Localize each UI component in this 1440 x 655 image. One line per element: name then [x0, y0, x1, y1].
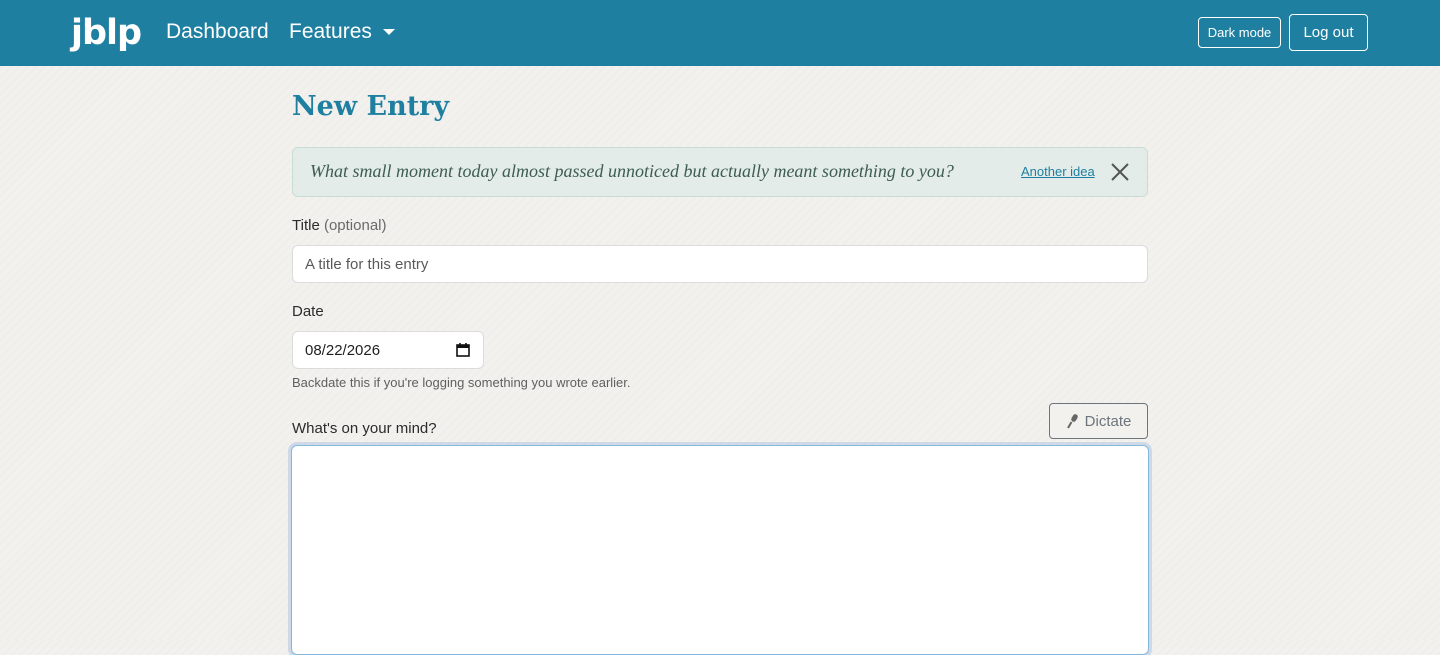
microphone-icon: [1066, 413, 1080, 429]
body-label: What's on your mind?: [292, 420, 437, 437]
title-optional-text: (optional): [323, 217, 387, 234]
title-input[interactable]: [292, 245, 1148, 283]
calendar-icon[interactable]: [455, 342, 471, 358]
dictate-label: Dictate: [1084, 412, 1132, 430]
date-input[interactable]: 08/22/2026: [292, 331, 484, 369]
nav-dropdown-features[interactable]: Features: [289, 18, 395, 46]
logout-button[interactable]: Log out: [1289, 14, 1368, 51]
entry-body-textarea[interactable]: [291, 445, 1149, 655]
nav-features-label: Features: [289, 20, 372, 43]
close-icon[interactable]: [1109, 161, 1131, 183]
dictate-button[interactable]: Dictate: [1049, 403, 1148, 439]
brand-text[interactable]: jblp: [71, 15, 142, 51]
page-title: New Entry: [292, 91, 450, 122]
dark-mode-button[interactable]: Dark mode: [1198, 17, 1281, 48]
title-label: Title (optional): [292, 216, 387, 236]
title-label-text: Title: [292, 217, 320, 234]
top-navbar: jblp Dashboard Features Dark mode Log ou…: [0, 0, 1440, 66]
another-idea-link[interactable]: Another idea: [1021, 164, 1095, 179]
nav-link-dashboard[interactable]: Dashboard: [166, 18, 269, 46]
date-label: Date: [292, 303, 324, 320]
writing-prompt-banner: What small moment today almost passed un…: [292, 147, 1148, 197]
brand-logo[interactable]: jblp: [71, 11, 142, 55]
date-value: 08/22/2026: [305, 341, 381, 359]
date-help-text: Backdate this if you're logging somethin…: [292, 375, 631, 390]
prompt-text: What small moment today almost passed un…: [310, 161, 954, 181]
chevron-down-icon: [382, 29, 395, 35]
